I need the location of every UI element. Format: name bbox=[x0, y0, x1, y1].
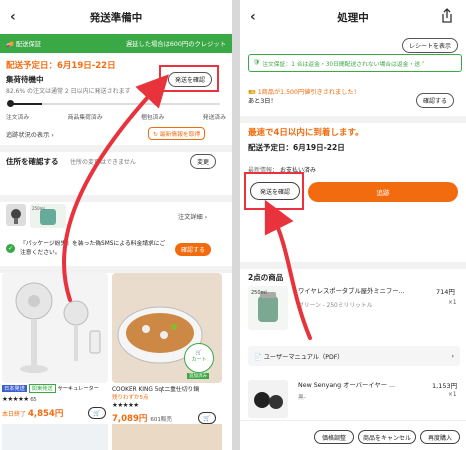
annotation-arrows bbox=[62, 74, 312, 340]
annotation-arrow bbox=[62, 74, 169, 302]
annotation-arrow bbox=[264, 199, 312, 340]
